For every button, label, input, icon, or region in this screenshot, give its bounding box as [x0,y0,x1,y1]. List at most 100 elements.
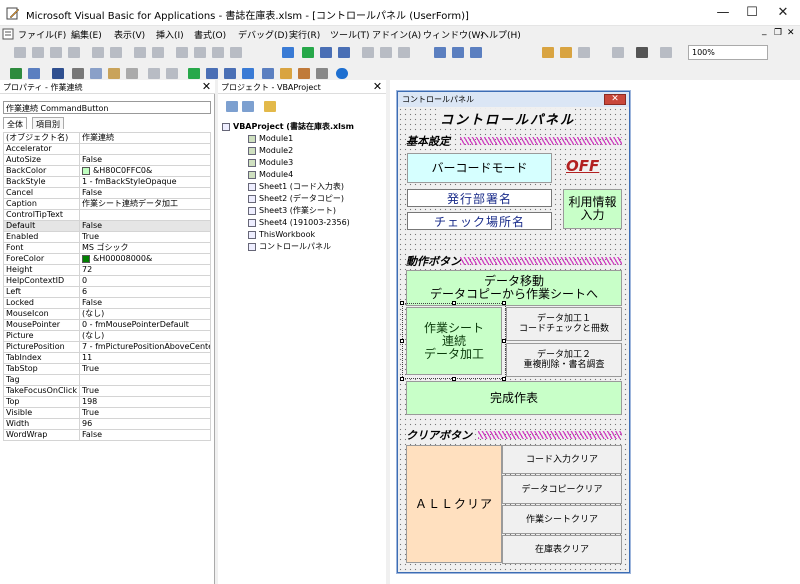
excel-icon[interactable] [10,68,22,79]
step-into-icon[interactable] [362,47,374,58]
property-row[interactable]: TabIndex 11 [3,352,211,364]
menu-edit[interactable]: 編集(E) [71,28,102,41]
property-row[interactable]: Height 72 [3,264,211,276]
property-row[interactable]: Width 96 [3,418,211,430]
find2-icon[interactable] [126,68,138,79]
property-value[interactable]: False [79,429,211,441]
uncomment-icon[interactable] [152,47,164,58]
property-value[interactable]: False [79,220,211,232]
bookmark-icon[interactable] [176,47,188,58]
property-row[interactable]: TabStop True [3,363,211,375]
property-value[interactable]: True [79,407,211,419]
property-value[interactable]: 7 - fmPicturePositionAboveCente [79,341,211,353]
menu-insert[interactable]: 挿入(I) [156,28,184,41]
property-value[interactable]: False [79,154,211,166]
continuous-process-button[interactable]: 作業シート 連続 データ加工 [406,307,502,375]
reset-icon[interactable] [338,47,350,58]
resize-handle[interactable] [400,377,404,381]
property-row[interactable]: Default False [3,220,211,232]
resize-handle[interactable] [400,301,404,305]
group-icon[interactable] [578,47,590,58]
property-value[interactable] [79,209,211,221]
menu-run[interactable]: 実行(R) [289,28,320,41]
minimize-button[interactable]: — [708,0,738,26]
close-button[interactable]: ✕ [768,0,798,26]
property-row[interactable]: MouseIcon (なし) [3,308,211,320]
save-icon[interactable] [52,68,64,79]
property-value[interactable]: &H00008000& [79,253,211,265]
object-select[interactable]: 作業連続 CommandButton [3,101,211,114]
toolbox-icon[interactable] [316,68,328,79]
property-value[interactable]: True [79,385,211,397]
property-value[interactable]: False [79,187,211,199]
tree-item[interactable]: Module1 [248,133,386,145]
property-row[interactable]: MousePointer 0 - fmMousePointerDefault [3,319,211,331]
tab-categorized[interactable]: 項目別 [32,117,64,129]
property-row[interactable]: Accelerator [3,143,211,155]
undo-icon[interactable] [148,68,160,79]
property-row[interactable]: PicturePosition 7 - fmPicturePositionAbov… [3,341,211,353]
property-value[interactable]: &H80C0FFC0& [79,165,211,177]
property-value[interactable] [79,374,211,386]
tree-item[interactable]: Sheet2 (データコピー) [248,193,386,205]
complete-table-button[interactable]: 完成作表 [406,381,622,415]
property-row[interactable]: (オブジェクト名) 作業連続 [3,132,211,144]
data-move-button[interactable]: データ移動 データコピーから作業シートへ [406,270,622,306]
property-value[interactable]: 0 - fmMousePointerDefault [79,319,211,331]
property-row[interactable]: ForeColor &H00008000& [3,253,211,265]
step-over-icon[interactable] [380,47,392,58]
step-out-icon[interactable] [398,47,410,58]
copy-icon[interactable] [32,47,44,58]
property-value[interactable]: True [79,363,211,375]
doc-close-button[interactable]: ✕ [787,28,795,38]
break2-icon[interactable] [206,68,218,79]
property-row[interactable]: Cancel False [3,187,211,199]
next-bookmark-icon[interactable] [194,47,206,58]
bring-front-icon[interactable] [542,47,554,58]
process2-button[interactable]: データ加工２ 重複削除・書名調査 [506,343,622,377]
property-row[interactable]: Left 6 [3,286,211,298]
property-row[interactable]: Tag [3,374,211,386]
design2-icon[interactable] [242,68,254,79]
tree-item[interactable]: Module4 [248,169,386,181]
property-row[interactable]: TakeFocusOnClick True [3,385,211,397]
view-code-icon[interactable] [226,101,238,112]
design-mode-icon[interactable] [282,47,294,58]
property-value[interactable]: 作業連続 [79,132,211,144]
property-value[interactable]: False [79,297,211,309]
userform-close-icon[interactable]: ✕ [604,94,626,105]
comment-icon[interactable] [134,47,146,58]
doc-restore-button[interactable]: ❐ [774,28,782,38]
send-back-icon[interactable] [560,47,572,58]
menu-window[interactable]: ウィンドウ(W) [423,28,484,41]
insert-userform-icon[interactable] [28,68,40,79]
tree-item[interactable]: ThisWorkbook [248,229,386,241]
property-row[interactable]: Top 198 [3,396,211,408]
process1-button[interactable]: データ加工１ コードチェックと冊数 [506,307,622,341]
project-close-icon[interactable]: ✕ [371,81,384,94]
property-value[interactable]: MS ゴシック [79,242,211,254]
watch-icon[interactable] [470,47,482,58]
tree-item[interactable]: Module3 [248,157,386,169]
reset2-icon[interactable] [224,68,236,79]
property-row[interactable]: Caption 作業シート連続データ加工 [3,198,211,210]
barcode-mode-button[interactable]: バーコードモード [407,153,552,183]
center-icon[interactable] [636,47,648,58]
doc-minimize-button[interactable]: _ [762,26,767,36]
tree-item[interactable]: Module2 [248,145,386,157]
tree-item[interactable]: Sheet4 (191003-2356) [248,217,386,229]
property-value[interactable]: True [79,231,211,243]
align-icon[interactable] [612,47,624,58]
property-value[interactable]: 96 [79,418,211,430]
zoom-select[interactable]: 100% [688,45,768,60]
property-row[interactable]: Enabled True [3,231,211,243]
property-row[interactable]: Visible True [3,407,211,419]
tree-item[interactable]: Sheet1 (コード入力表) [248,181,386,193]
view-object-icon[interactable] [242,101,254,112]
property-value[interactable]: 11 [79,352,211,364]
menu-tools[interactable]: ツール(T) [330,28,370,41]
project-explorer-icon[interactable] [262,68,274,79]
property-value[interactable]: (なし) [79,330,211,342]
property-row[interactable]: ControlTipText [3,209,211,221]
tree-item[interactable]: Sheet3 (作業シート) [248,205,386,217]
